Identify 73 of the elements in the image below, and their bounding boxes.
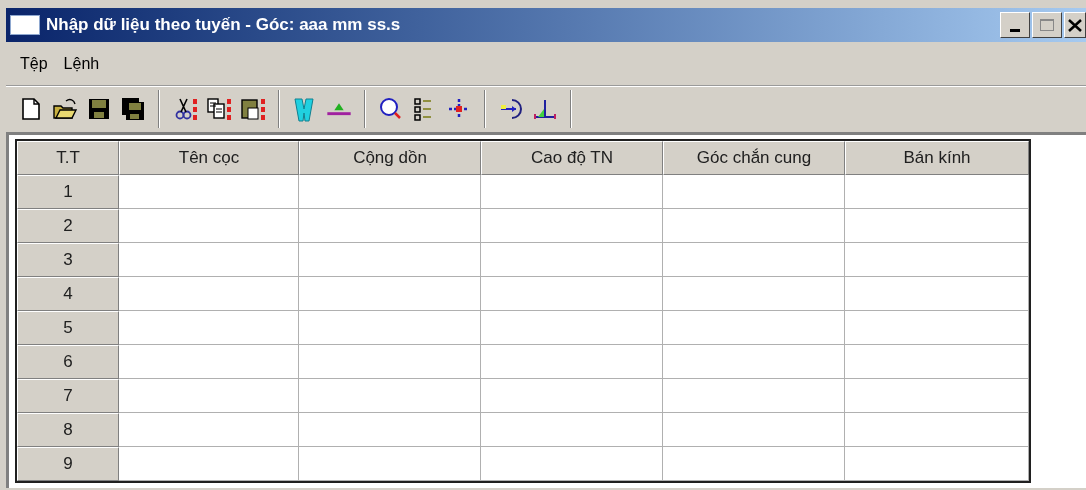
table-cell[interactable] [481, 209, 663, 243]
saveall-icon [120, 95, 146, 122]
table-cell[interactable] [481, 447, 663, 481]
table-cell[interactable] [299, 413, 481, 447]
column-header: Cao độ TN [481, 141, 663, 175]
row-header: 7 [17, 379, 119, 413]
table-cell[interactable] [299, 345, 481, 379]
minimize-icon [1010, 29, 1020, 32]
table-cell[interactable] [663, 413, 845, 447]
table-cell[interactable] [119, 277, 299, 311]
table-cell[interactable] [119, 311, 299, 345]
window-icon [10, 15, 40, 35]
table-cell[interactable] [299, 379, 481, 413]
table-cell[interactable] [299, 209, 481, 243]
table-cell[interactable] [663, 447, 845, 481]
window-title: Nhập dữ liệu theo tuyến - Góc: aaa mm ss.s [46, 14, 401, 37]
table-cell[interactable] [845, 175, 1029, 209]
table-cell[interactable] [119, 345, 299, 379]
table-cell[interactable] [299, 243, 481, 277]
row-header: 5 [17, 311, 119, 345]
minimize-button[interactable] [1000, 12, 1030, 38]
table-cell[interactable] [481, 311, 663, 345]
table-cell[interactable] [845, 277, 1029, 311]
close-button[interactable] [1064, 12, 1086, 38]
table-cell[interactable] [481, 345, 663, 379]
row-header: 8 [17, 413, 119, 447]
row-header: 9 [17, 447, 119, 481]
row-header: 1 [17, 175, 119, 209]
table-cell[interactable] [119, 209, 299, 243]
table-cell[interactable] [663, 277, 845, 311]
table-cell[interactable] [663, 345, 845, 379]
table-cell[interactable] [663, 311, 845, 345]
table-cell[interactable] [845, 209, 1029, 243]
table-cell[interactable] [299, 175, 481, 209]
table-cell[interactable] [845, 243, 1029, 277]
table-cell[interactable] [299, 277, 481, 311]
column-header: T.T [17, 141, 119, 175]
table-cell[interactable] [119, 447, 299, 481]
row-header: 2 [17, 209, 119, 243]
table-cell[interactable] [299, 447, 481, 481]
table-cell[interactable] [481, 379, 663, 413]
menu-item[interactable]: Lệnh [63, 51, 100, 76]
row-header: 6 [17, 345, 119, 379]
table-cell[interactable] [845, 379, 1029, 413]
table-cell[interactable] [663, 175, 845, 209]
maximize-icon [1040, 19, 1054, 31]
menu-item[interactable]: Tệp [20, 51, 48, 76]
copy-icon [206, 95, 232, 122]
table-cell[interactable] [481, 243, 663, 277]
table-cell[interactable] [663, 209, 845, 243]
close-icon [1068, 18, 1082, 32]
maximize-button[interactable] [1032, 12, 1062, 38]
level-icon [326, 101, 352, 116]
table-cell[interactable] [481, 277, 663, 311]
table-cell[interactable] [663, 379, 845, 413]
table-cell[interactable] [299, 311, 481, 345]
table-cell[interactable] [845, 447, 1029, 481]
column-header: Tên cọc [119, 141, 299, 175]
table-cell[interactable] [119, 379, 299, 413]
table-cell[interactable] [663, 243, 845, 277]
column-header: Cộng dồn [299, 141, 481, 175]
table-cell[interactable] [119, 413, 299, 447]
column-header: Góc chắn cung [663, 141, 845, 175]
row-header: 4 [17, 277, 119, 311]
column-header: Bán kính [845, 141, 1029, 175]
table-cell[interactable] [119, 243, 299, 277]
table-cell[interactable] [481, 413, 663, 447]
table-cell[interactable] [481, 175, 663, 209]
table-cell[interactable] [845, 345, 1029, 379]
table-cell[interactable] [845, 311, 1029, 345]
table-cell[interactable] [119, 175, 299, 209]
table-cell[interactable] [845, 413, 1029, 447]
row-header: 3 [17, 243, 119, 277]
